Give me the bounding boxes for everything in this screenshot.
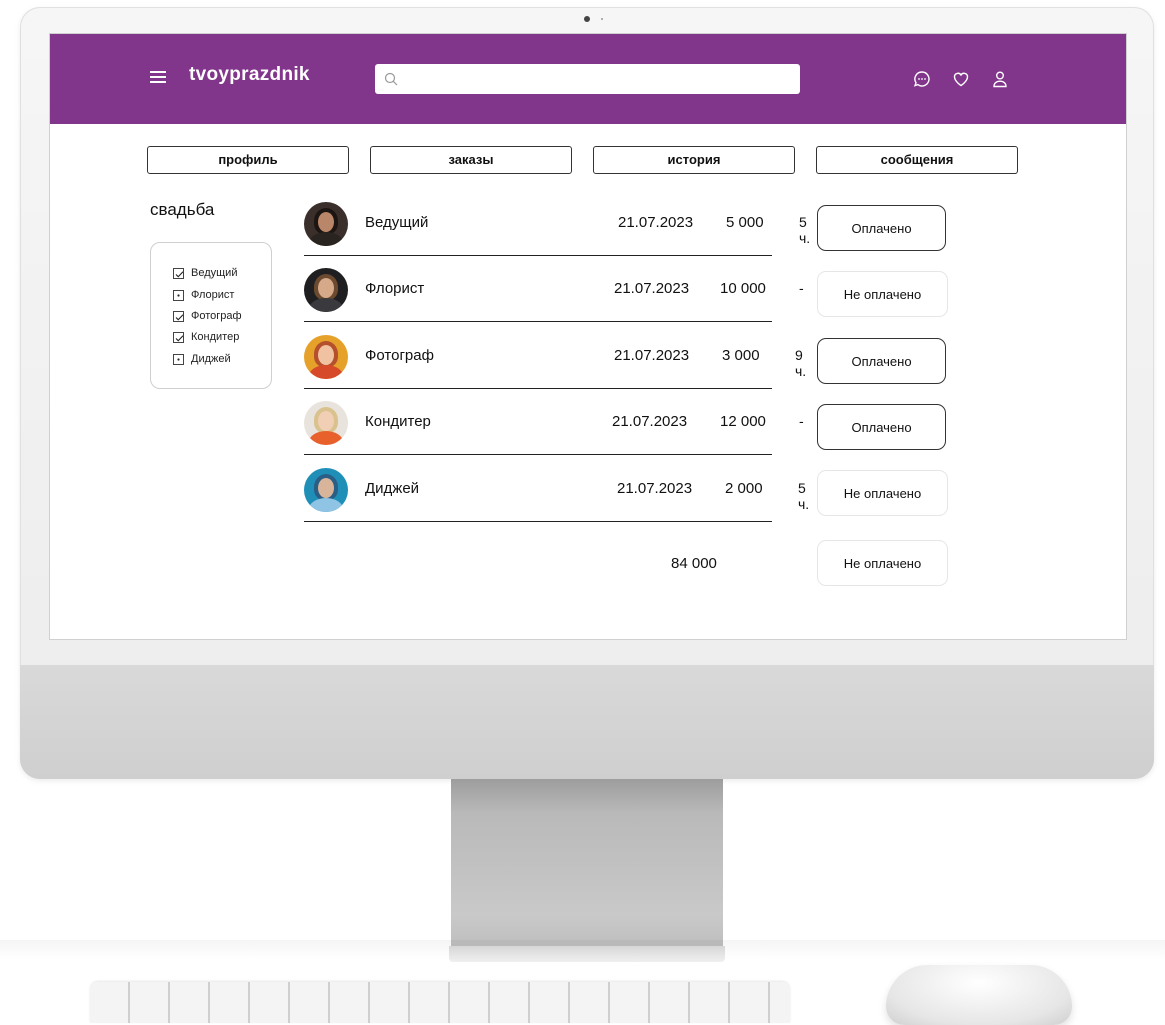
row-divider <box>304 454 772 455</box>
row-duration: - <box>799 413 804 429</box>
filter-label: Кондитер <box>191 331 240 343</box>
total-price: 84 000 <box>671 555 717 572</box>
checkbox-partial-icon[interactable] <box>173 353 184 365</box>
table-row: Диджей 21.07.2023 2 000 5 ч. <box>304 456 809 522</box>
mouse <box>886 965 1072 1025</box>
row-date: 21.07.2023 <box>618 214 694 231</box>
user-icon[interactable] <box>991 70 1009 88</box>
menu-icon[interactable] <box>150 71 166 83</box>
row-duration: - <box>799 280 804 296</box>
status-button-paid[interactable]: Оплачено <box>817 404 946 450</box>
row-price: 12 000 <box>720 413 766 430</box>
tab-profile[interactable]: профиль <box>147 146 349 174</box>
desk-shadow <box>0 940 1165 960</box>
row-date: 21.07.2023 <box>617 480 693 497</box>
row-service-name: Ведущий <box>365 214 429 231</box>
monitor-chin <box>20 665 1154 779</box>
filter-item-florist[interactable]: Флорист <box>173 287 234 303</box>
table-row: Кондитер 21.07.2023 12 000 - <box>304 389 804 455</box>
table-row: Флорист 21.07.2023 10 000 - <box>304 256 804 322</box>
monitor-stand <box>451 779 723 949</box>
filter-label: Диджей <box>191 353 231 365</box>
row-service-name: Фотограф <box>365 347 434 364</box>
row-price: 3 000 <box>722 347 760 364</box>
screen: tvoyprazdnik профиль заказы история сооб… <box>49 33 1127 640</box>
row-price: 10 000 <box>720 280 766 297</box>
search-icon <box>384 72 398 86</box>
total-status-button[interactable]: Не оплачено <box>817 540 948 586</box>
header-bar: tvoyprazdnik <box>50 34 1126 124</box>
row-date: 21.07.2023 <box>614 280 690 297</box>
row-service-name: Диджей <box>365 480 420 497</box>
avatar[interactable] <box>304 468 348 512</box>
checkbox-checked-icon[interactable] <box>173 310 184 322</box>
chat-icon[interactable] <box>913 70 931 88</box>
row-duration: 5 ч. <box>799 214 811 246</box>
table-row: Ведущий 21.07.2023 5 000 5 ч. <box>304 190 810 256</box>
camera-indicator <box>601 18 603 20</box>
row-duration: 5 ч. <box>798 480 810 512</box>
status-button-paid[interactable]: Оплачено <box>817 205 946 251</box>
tab-messages[interactable]: сообщения <box>816 146 1018 174</box>
status-button-unpaid[interactable]: Не оплачено <box>817 271 948 317</box>
avatar[interactable] <box>304 401 348 445</box>
keyboard <box>90 982 790 1023</box>
heart-icon[interactable] <box>952 70 970 88</box>
filter-item-confectioner[interactable]: Кондитер <box>173 329 239 345</box>
filter-item-host[interactable]: Ведущий <box>173 265 237 281</box>
filter-label: Фотограф <box>191 310 242 322</box>
checkbox-partial-icon[interactable] <box>173 289 184 301</box>
row-date: 21.07.2023 <box>614 347 690 364</box>
row-date: 21.07.2023 <box>612 413 688 430</box>
filter-item-dj[interactable]: Диджей <box>173 351 231 367</box>
checkbox-checked-icon[interactable] <box>173 331 184 343</box>
avatar[interactable] <box>304 335 348 379</box>
status-button-unpaid[interactable]: Не оплачено <box>817 470 948 516</box>
tab-history[interactable]: история <box>593 146 795 174</box>
filter-label: Флорист <box>191 289 235 301</box>
row-divider <box>304 521 772 522</box>
tab-orders[interactable]: заказы <box>370 146 572 174</box>
event-title: свадьба <box>150 200 215 219</box>
logo[interactable]: tvoyprazdnik <box>189 64 310 86</box>
row-price: 2 000 <box>725 480 763 497</box>
avatar[interactable] <box>304 268 348 312</box>
filter-panel: Ведущий Флорист Фотограф Кондитер Диджей <box>150 242 272 389</box>
avatar[interactable] <box>304 202 348 246</box>
row-service-name: Кондитер <box>365 413 431 430</box>
status-button-paid[interactable]: Оплачено <box>817 338 946 384</box>
filter-item-photographer[interactable]: Фотограф <box>173 308 242 324</box>
table-row: Фотограф 21.07.2023 3 000 9 ч. <box>304 323 806 389</box>
row-service-name: Флорист <box>365 280 425 297</box>
filter-label: Ведущий <box>191 267 238 279</box>
search-input[interactable] <box>375 64 800 94</box>
row-price: 5 000 <box>726 214 764 231</box>
row-duration: 9 ч. <box>795 347 807 379</box>
camera-icon <box>584 16 590 22</box>
checkbox-checked-icon[interactable] <box>173 267 184 279</box>
row-divider <box>304 321 772 322</box>
